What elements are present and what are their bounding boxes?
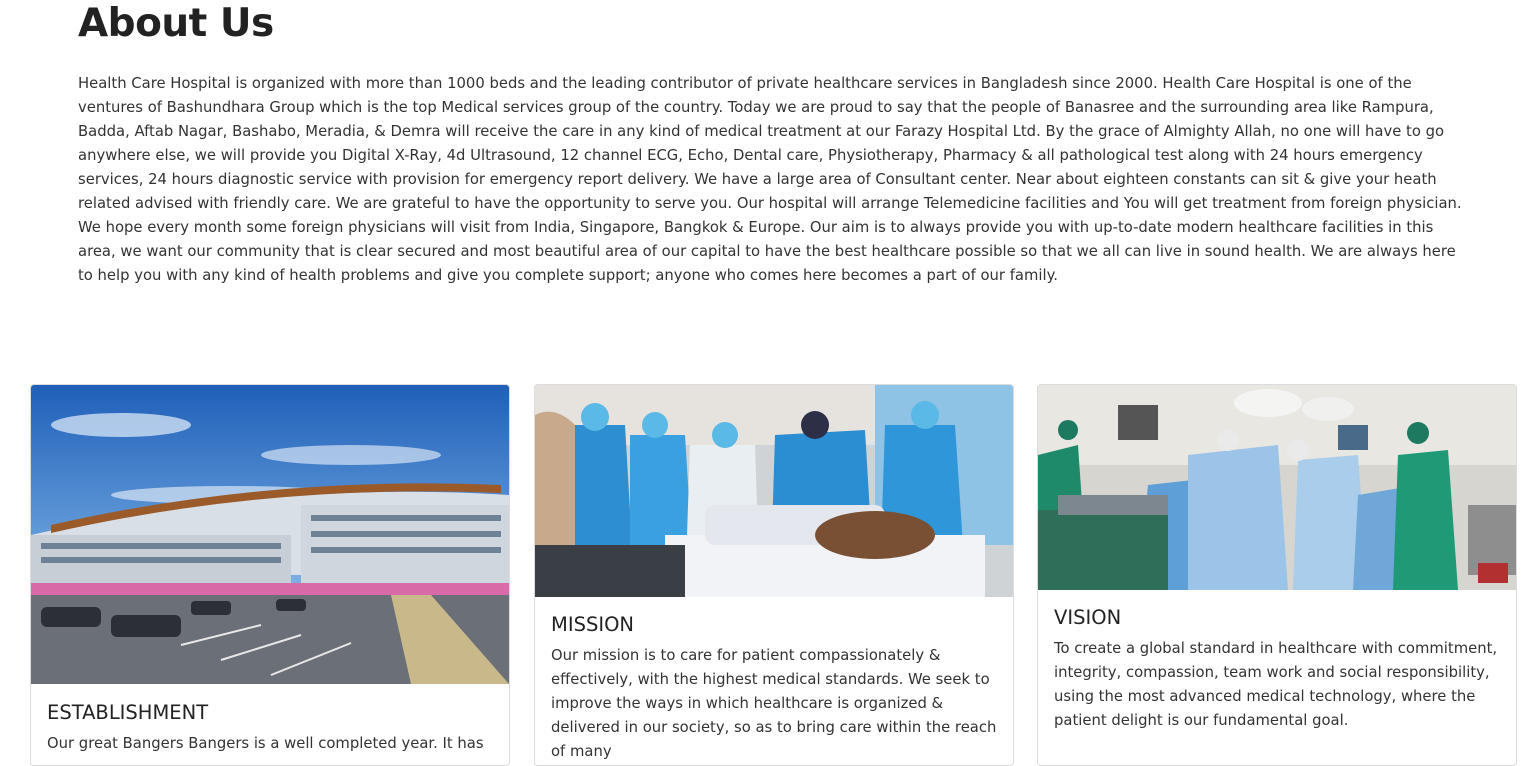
establishment-title: ESTABLISHMENT — [47, 701, 209, 724]
vision-title: VISION — [1054, 606, 1122, 629]
establishment-card-body: ESTABLISHMENT Our great Bangers Bangers … — [31, 684, 509, 756]
vision-card-body: VISION To create a global standard in he… — [1038, 590, 1516, 733]
vision-text: To create a global standard in healthcar… — [1054, 640, 1498, 729]
mission-card-body: MISSION Our mission is to care for patie… — [535, 597, 1013, 764]
mission-card: MISSION Our mission is to care for patie… — [534, 384, 1014, 766]
doctors-at-bedside-image — [535, 385, 1013, 597]
establishment-text: Our great Bangers Bangers is a well comp… — [47, 735, 484, 752]
hospital-building-image — [31, 385, 509, 684]
establishment-card: ESTABLISHMENT Our great Bangers Bangers … — [30, 384, 510, 766]
about-title: About Us — [78, 1, 274, 46]
about-paragraph: Health Care Hospital is organized with m… — [78, 75, 1462, 284]
vision-card: VISION To create a global standard in he… — [1037, 384, 1517, 766]
mission-text: Our mission is to care for patient compa… — [551, 647, 997, 760]
operating-room-image — [1038, 385, 1516, 590]
mission-title: MISSION — [551, 613, 635, 636]
